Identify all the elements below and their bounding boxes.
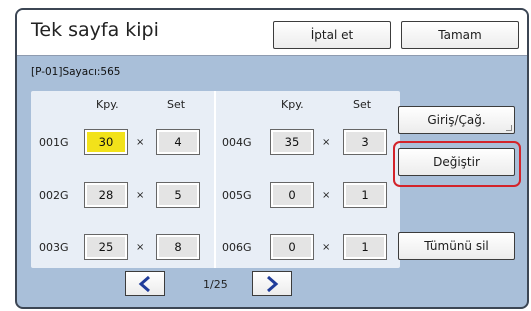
ok-button[interactable]: Tamam [401,21,519,49]
previous-page-button[interactable] [125,271,165,296]
group-settings-panel: Kpy. Set Kpy. Set 001G 30 × 4 004G 35 × … [31,91,400,268]
header-bar: Tek sayfa kipi İptal et Tamam [17,10,527,56]
entry-recall-button[interactable]: Giriş/Çağ. [398,106,515,134]
group-label: 004G [222,136,252,149]
next-page-button[interactable] [252,271,292,296]
copies-field[interactable]: 28 [84,182,128,208]
change-button[interactable]: Değiştir [398,148,515,176]
multiply-sign: × [136,190,145,201]
group-label: 005G [222,189,252,202]
group-label: 001G [39,136,69,149]
group-label: 002G [39,189,69,202]
copies-field[interactable]: 35 [270,129,314,155]
cancel-button[interactable]: İptal et [273,21,391,49]
copies-field[interactable]: 0 [270,234,314,260]
sets-field[interactable]: 4 [156,129,200,155]
multiply-sign: × [136,137,145,148]
copies-column-header: Kpy. [281,98,304,111]
multiply-sign: × [322,242,331,253]
copies-field[interactable]: 30 [84,129,128,155]
single-page-mode-screen: Tek sayfa kipi İptal et Tamam [P-01]Saya… [15,8,529,309]
copies-field[interactable]: 25 [84,234,128,260]
chevron-left-icon [138,275,150,292]
multiply-sign: × [322,137,331,148]
sets-field[interactable]: 1 [343,182,387,208]
sets-field[interactable]: 5 [156,182,200,208]
sets-field[interactable]: 3 [343,129,387,155]
multiply-sign: × [136,242,145,253]
page-indicator: 1/25 [203,278,228,291]
group-label: 006G [222,241,252,254]
chevron-right-icon [267,275,279,292]
counter-label: [P-01]Sayacı:565 [31,66,121,78]
group-label: 003G [39,241,69,254]
set-column-header: Set [167,98,186,111]
sets-field[interactable]: 1 [343,234,387,260]
corner-mark-icon [506,125,512,131]
page-title: Tek sayfa kipi [31,19,159,41]
entry-recall-label: Giriş/Çağ. [427,113,486,127]
set-column-header: Set [353,98,372,111]
column-divider [214,91,216,268]
delete-all-button[interactable]: Tümünü sil [398,232,515,260]
multiply-sign: × [322,190,331,201]
copies-column-header: Kpy. [96,98,119,111]
copies-field[interactable]: 0 [270,182,314,208]
sets-field[interactable]: 8 [156,234,200,260]
